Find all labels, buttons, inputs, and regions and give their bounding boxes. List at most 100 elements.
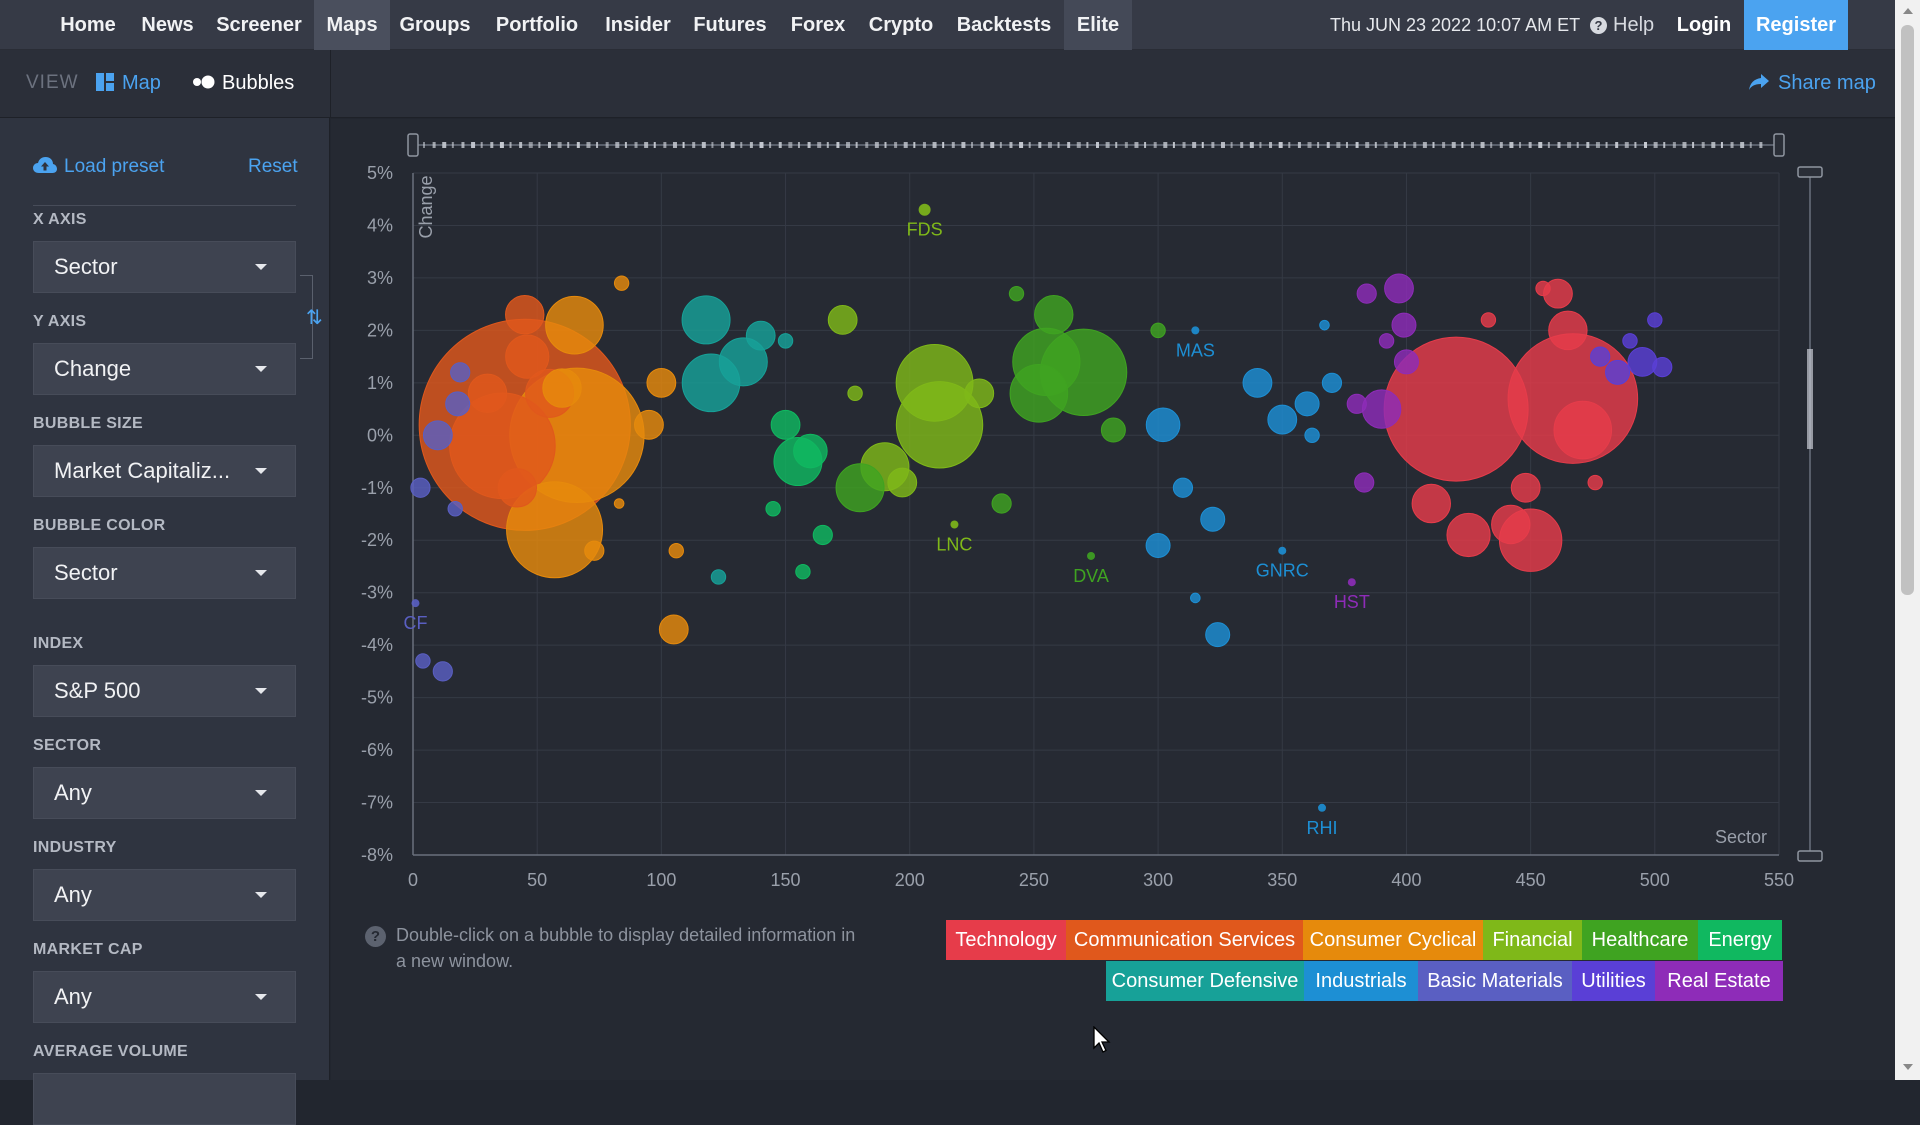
- legend-consumer-cyclical[interactable]: Consumer Cyclical: [1303, 920, 1483, 960]
- bubble-consumer-cyclical[interactable]: [658, 614, 689, 645]
- bubble-real-estate[interactable]: [1378, 333, 1395, 349]
- bubble-real-estate[interactable]: [1346, 393, 1367, 414]
- bubble-industrials[interactable]: [1145, 407, 1181, 443]
- bubble-hst[interactable]: [1347, 578, 1356, 587]
- sector-select[interactable]: Any: [33, 767, 296, 819]
- nav-elite[interactable]: Elite: [1064, 0, 1132, 50]
- bubble-size-select[interactable]: Market Capitaliz...: [33, 445, 296, 497]
- bubble-rhi[interactable]: [1318, 803, 1327, 812]
- market-cap-select[interactable]: Any: [33, 971, 296, 1023]
- bubble-real-estate[interactable]: [1354, 472, 1375, 493]
- bubble-industrials[interactable]: [1319, 319, 1330, 331]
- legend-technology[interactable]: Technology: [946, 920, 1066, 960]
- bubble-basic-materials[interactable]: [415, 653, 431, 669]
- legend-healthcare[interactable]: Healthcare: [1582, 920, 1698, 960]
- legend-utilities[interactable]: Utilities: [1572, 961, 1655, 1001]
- bubble-consumer-cyclical[interactable]: [634, 409, 664, 440]
- legend-energy[interactable]: Energy: [1698, 920, 1782, 960]
- bubble-healthcare[interactable]: [835, 463, 885, 513]
- bubble-real-estate[interactable]: [1384, 273, 1414, 304]
- bubble-energy[interactable]: [793, 433, 828, 469]
- swap-axes-icon[interactable]: ⇅: [306, 305, 323, 330]
- share-map-button[interactable]: Share map: [1748, 50, 1876, 116]
- legend-real-estate[interactable]: Real Estate: [1655, 961, 1783, 1001]
- bubble-industrials[interactable]: [1190, 592, 1201, 604]
- nav-forex[interactable]: Forex: [778, 0, 858, 50]
- bubble-basic-materials[interactable]: [447, 501, 463, 517]
- bubble-energy[interactable]: [795, 564, 811, 580]
- bubble-communication-services[interactable]: [505, 294, 545, 335]
- bubble-technology[interactable]: [1587, 474, 1603, 491]
- bubble-healthcare[interactable]: [1008, 285, 1025, 302]
- bubble-industrials[interactable]: [1145, 532, 1171, 558]
- bubble-industrials[interactable]: [1294, 391, 1320, 417]
- bubble-consumer-defensive[interactable]: [745, 320, 776, 351]
- nav-backtests[interactable]: Backtests: [944, 0, 1064, 50]
- bubble-financial[interactable]: [847, 385, 863, 402]
- bubble-industrials[interactable]: [1200, 506, 1226, 532]
- bubble-utilities[interactable]: [1622, 333, 1638, 349]
- bubble-color-select[interactable]: Sector: [33, 547, 296, 599]
- bubble-real-estate[interactable]: [1391, 312, 1417, 338]
- bubble-basic-materials[interactable]: [450, 362, 471, 383]
- bubble-healthcare[interactable]: [991, 493, 1012, 514]
- nav-news[interactable]: News: [131, 0, 204, 50]
- bubble-consumer-cyclical[interactable]: [613, 498, 625, 509]
- scrollbar-thumb[interactable]: [1901, 25, 1914, 595]
- legend-industrials[interactable]: Industrials: [1304, 961, 1418, 1001]
- bubble-fds[interactable]: [918, 203, 931, 216]
- bubble-consumer-cyclical[interactable]: [613, 275, 630, 291]
- legend-financial[interactable]: Financial: [1483, 920, 1582, 960]
- nav-groups[interactable]: Groups: [390, 0, 480, 50]
- bubble-dva[interactable]: [1087, 551, 1096, 560]
- industry-select[interactable]: Any: [33, 869, 296, 921]
- bubble-healthcare[interactable]: [1150, 322, 1166, 339]
- page-scrollbar[interactable]: [1895, 0, 1920, 1080]
- bubble-consumer-defensive[interactable]: [681, 295, 731, 345]
- bubble-basic-materials[interactable]: [432, 661, 453, 682]
- bubble-utilities[interactable]: [1647, 312, 1663, 328]
- bubble-lnc[interactable]: [950, 520, 959, 529]
- bubble-industrials[interactable]: [1304, 427, 1320, 444]
- view-bubbles-toggle[interactable]: Bubbles: [192, 50, 294, 116]
- bubble-industrials[interactable]: [1242, 367, 1273, 398]
- y-axis-select[interactable]: Change: [33, 343, 296, 395]
- bubble-healthcare[interactable]: [1100, 417, 1126, 443]
- x-axis-select[interactable]: Sector: [33, 241, 296, 293]
- bubble-technology[interactable]: [1491, 504, 1531, 545]
- nav-screener[interactable]: Screener: [204, 0, 314, 50]
- bubble-utilities[interactable]: [1590, 346, 1611, 367]
- reset-button[interactable]: Reset: [248, 156, 298, 178]
- bubble-utilities[interactable]: [1605, 359, 1631, 385]
- bubble-communication-services[interactable]: [497, 468, 538, 508]
- login-button[interactable]: Login: [1668, 0, 1740, 50]
- average-volume-select[interactable]: [33, 1073, 296, 1125]
- bubble-communication-services[interactable]: [505, 334, 550, 379]
- bubble-utilities[interactable]: [1627, 346, 1658, 377]
- bubble-technology[interactable]: [1553, 400, 1613, 460]
- bubble-industrials[interactable]: [1205, 622, 1231, 648]
- bubble-technology[interactable]: [1535, 280, 1551, 297]
- legend-basic-materials[interactable]: Basic Materials: [1418, 961, 1572, 1001]
- bubble-financial[interactable]: [895, 343, 974, 422]
- bubble-real-estate[interactable]: [1361, 389, 1402, 429]
- bubble-communication-services[interactable]: [467, 373, 508, 414]
- bubble-consumer-defensive[interactable]: [777, 333, 794, 349]
- scroll-down-icon[interactable]: [1903, 1064, 1913, 1070]
- bubble-real-estate[interactable]: [1393, 349, 1419, 375]
- nav-home[interactable]: Home: [45, 0, 131, 50]
- bubble-consumer-cyclical[interactable]: [542, 368, 582, 408]
- index-select[interactable]: S&P 500: [33, 665, 296, 717]
- bubble-industrials[interactable]: [1267, 404, 1298, 435]
- bubble-technology[interactable]: [1411, 483, 1451, 524]
- bubble-basic-materials[interactable]: [445, 391, 471, 417]
- nav-maps[interactable]: Maps: [314, 0, 390, 50]
- bubble-technology[interactable]: [1510, 472, 1541, 503]
- bubble-technology[interactable]: [1548, 310, 1588, 351]
- bubble-energy[interactable]: [812, 524, 833, 546]
- scroll-up-icon[interactable]: [1903, 8, 1913, 14]
- bubble-utilities[interactable]: [1652, 357, 1673, 378]
- bubble-healthcare[interactable]: [1034, 294, 1074, 335]
- nav-insider[interactable]: Insider: [594, 0, 682, 50]
- bubble-basic-materials[interactable]: [422, 420, 453, 451]
